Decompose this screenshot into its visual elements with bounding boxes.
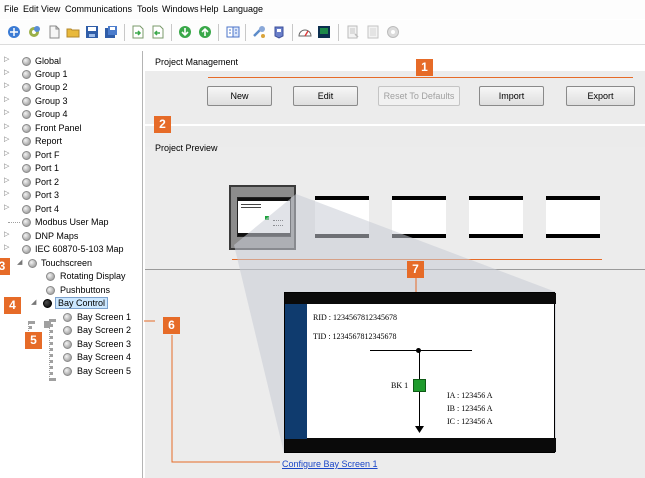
callout-badge-7: 7 xyxy=(407,261,424,278)
callout-badge-2: 2 xyxy=(154,116,171,133)
callout-badge-5: 5 xyxy=(25,332,42,349)
callout-badge-4: 4 xyxy=(4,297,21,314)
callout-badge-1: 1 xyxy=(416,59,433,76)
callout-badge-3: 3 xyxy=(0,258,10,275)
callout-leaders xyxy=(144,277,417,463)
callout-badge-6: 6 xyxy=(163,317,180,334)
